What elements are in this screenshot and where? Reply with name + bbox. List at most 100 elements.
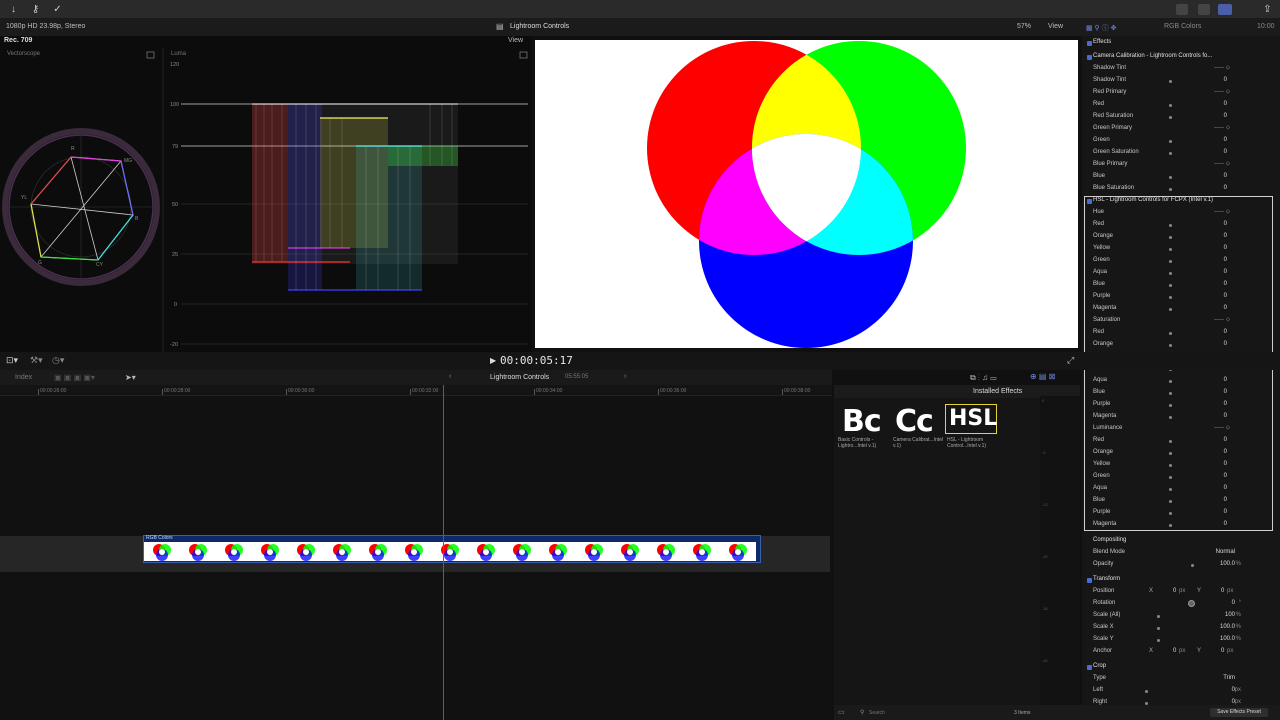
param-slider-knob[interactable] — [1169, 308, 1172, 311]
xy-part[interactable]: 0 — [1173, 648, 1176, 654]
scale-slider-knob[interactable] — [1157, 639, 1160, 642]
param-value[interactable]: 0 — [1224, 77, 1227, 83]
tools-icon[interactable]: ⚒▾ — [30, 355, 43, 366]
param-slider-knob[interactable] — [1169, 404, 1172, 407]
param-slider-knob[interactable] — [1169, 140, 1172, 143]
param-slider-knob[interactable] — [1169, 116, 1172, 119]
param-value[interactable]: 0 — [1224, 461, 1227, 467]
import-icon[interactable]: ↓ — [8, 4, 19, 15]
transform-section-title[interactable]: Transform — [1093, 576, 1120, 582]
play-button[interactable]: ▶ — [490, 356, 496, 365]
scale-slider-knob[interactable] — [1157, 627, 1160, 630]
index-button[interactable]: Index — [15, 374, 32, 381]
param-value[interactable]: 0 — [1224, 521, 1227, 527]
param-slider-knob[interactable] — [1169, 260, 1172, 263]
hsl-effect-title[interactable]: HSL - Lightroom Controls for FCPX (Intel… — [1093, 197, 1213, 203]
param-slider-knob[interactable] — [1169, 284, 1172, 287]
speed-icon[interactable]: ◷▾ — [52, 355, 64, 366]
param-value[interactable]: 100.0 — [1220, 561, 1235, 567]
history-forward-icon[interactable]: › — [624, 373, 626, 380]
effect-tile-hsl-selected[interactable]: HSL — [945, 404, 997, 434]
param-value[interactable]: 0 — [1224, 413, 1227, 419]
crop-slider-knob[interactable] — [1145, 690, 1148, 693]
background-tasks-icon[interactable]: ✓ — [52, 4, 63, 15]
effects-search-input[interactable]: Search — [869, 710, 885, 716]
project-name-menu[interactable]: Lightroom Controls — [490, 374, 549, 381]
param-value[interactable]: 0 — [1224, 149, 1227, 155]
share-icon[interactable]: ⇪ — [1262, 4, 1273, 15]
param-value[interactable]: 100.0 — [1220, 624, 1235, 630]
param-value[interactable]: Trim — [1223, 675, 1235, 681]
playhead[interactable] — [443, 385, 444, 720]
param-slider-knob[interactable] — [1169, 440, 1172, 443]
param-value[interactable]: 0 — [1224, 269, 1227, 275]
crop-section-title[interactable]: Crop — [1093, 663, 1106, 669]
param-value[interactable]: 0 — [1224, 401, 1227, 407]
param-value[interactable]: 0 — [1224, 221, 1227, 227]
timeline-view-icons[interactable]: ⧉ ⫶ ♫ ▭ — [970, 373, 996, 383]
inspector-toggle-icon[interactable] — [1218, 4, 1232, 15]
param-value[interactable]: 0 — [1224, 509, 1227, 515]
camera-calibration-title[interactable]: Camera Calibration - Lightroom Controls … — [1093, 53, 1212, 59]
effects-browser-icons[interactable]: ⊕ ▤ ⊠ — [1030, 372, 1055, 381]
param-slider-knob[interactable] — [1169, 104, 1172, 107]
library-toggle-icon[interactable] — [1176, 4, 1188, 15]
param-value[interactable]: 0 — [1224, 233, 1227, 239]
param-slider-knob[interactable] — [1169, 236, 1172, 239]
param-slider-knob[interactable] — [1169, 392, 1172, 395]
viewer-view-menu[interactable]: View — [1048, 23, 1063, 30]
save-effects-preset-button[interactable]: Save Effects Preset — [1210, 708, 1268, 717]
param-value[interactable]: 0 — [1224, 293, 1227, 299]
param-slider-knob[interactable] — [1169, 80, 1172, 83]
param-slider-knob[interactable] — [1169, 188, 1172, 191]
xy-part[interactable]: px — [1179, 648, 1185, 654]
param-value[interactable]: 0 — [1224, 473, 1227, 479]
param-value[interactable]: 0 — [1224, 245, 1227, 251]
video-viewer[interactable] — [535, 40, 1078, 348]
param-value[interactable]: 0 — [1224, 449, 1227, 455]
param-value[interactable]: 0 — [1224, 485, 1227, 491]
timeline-toggle-icon[interactable] — [1198, 4, 1210, 15]
xy-part[interactable]: X — [1149, 588, 1153, 594]
xy-part[interactable]: 0 — [1173, 588, 1176, 594]
param-slider-knob[interactable] — [1169, 464, 1172, 467]
param-slider-knob[interactable] — [1169, 296, 1172, 299]
param-value[interactable]: 0 — [1224, 101, 1227, 107]
param-slider-knob[interactable] — [1169, 512, 1172, 515]
camera-calibration-checkbox[interactable] — [1087, 55, 1092, 60]
param-value[interactable]: 0 — [1224, 137, 1227, 143]
param-slider-knob[interactable] — [1169, 224, 1172, 227]
xy-part[interactable]: px — [1227, 648, 1233, 654]
fullscreen-icon[interactable]: ⤢ — [1067, 355, 1074, 366]
param-value[interactable]: 0 — [1224, 281, 1227, 287]
inspector-tabs-icon[interactable]: ▦ ⚲ ⓘ ✥ — [1086, 23, 1116, 33]
param-value[interactable]: 100 — [1225, 612, 1235, 618]
param-value[interactable]: 0 — [1224, 113, 1227, 119]
param-slider-knob[interactable] — [1169, 332, 1172, 335]
opacity-slider-knob[interactable] — [1191, 564, 1194, 567]
transform-section-checkbox[interactable] — [1087, 578, 1092, 583]
xy-part[interactable]: px — [1179, 588, 1185, 594]
scale-slider-knob[interactable] — [1157, 615, 1160, 618]
viewer-options-icon[interactable]: ⊡▾ — [6, 355, 18, 366]
param-slider-knob[interactable] — [1169, 524, 1172, 527]
xy-part[interactable]: 0 — [1221, 588, 1224, 594]
param-slider-knob[interactable] — [1169, 452, 1172, 455]
rotation-dial-icon[interactable] — [1188, 600, 1195, 607]
param-value[interactable]: 0 — [1224, 173, 1227, 179]
xy-part[interactable]: px — [1227, 588, 1233, 594]
param-slider-knob[interactable] — [1169, 500, 1172, 503]
param-slider-knob[interactable] — [1169, 344, 1172, 347]
hsl-effect-checkbox[interactable] — [1087, 199, 1092, 204]
param-slider-knob[interactable] — [1169, 248, 1172, 251]
compositing-section-title[interactable]: Compositing — [1093, 537, 1126, 543]
history-back-icon[interactable]: ‹ — [449, 373, 451, 380]
edit-buttons-icon[interactable]: ▣ ▣ ▣ ▣▾ — [54, 373, 95, 382]
param-slider-knob[interactable] — [1169, 416, 1172, 419]
crop-section-checkbox[interactable] — [1087, 665, 1092, 670]
param-slider-knob[interactable] — [1169, 476, 1172, 479]
param-value[interactable]: 0 — [1224, 497, 1227, 503]
param-value[interactable]: 0 — [1224, 341, 1227, 347]
param-value[interactable]: 0 — [1224, 185, 1227, 191]
param-value[interactable]: 0 — [1224, 329, 1227, 335]
